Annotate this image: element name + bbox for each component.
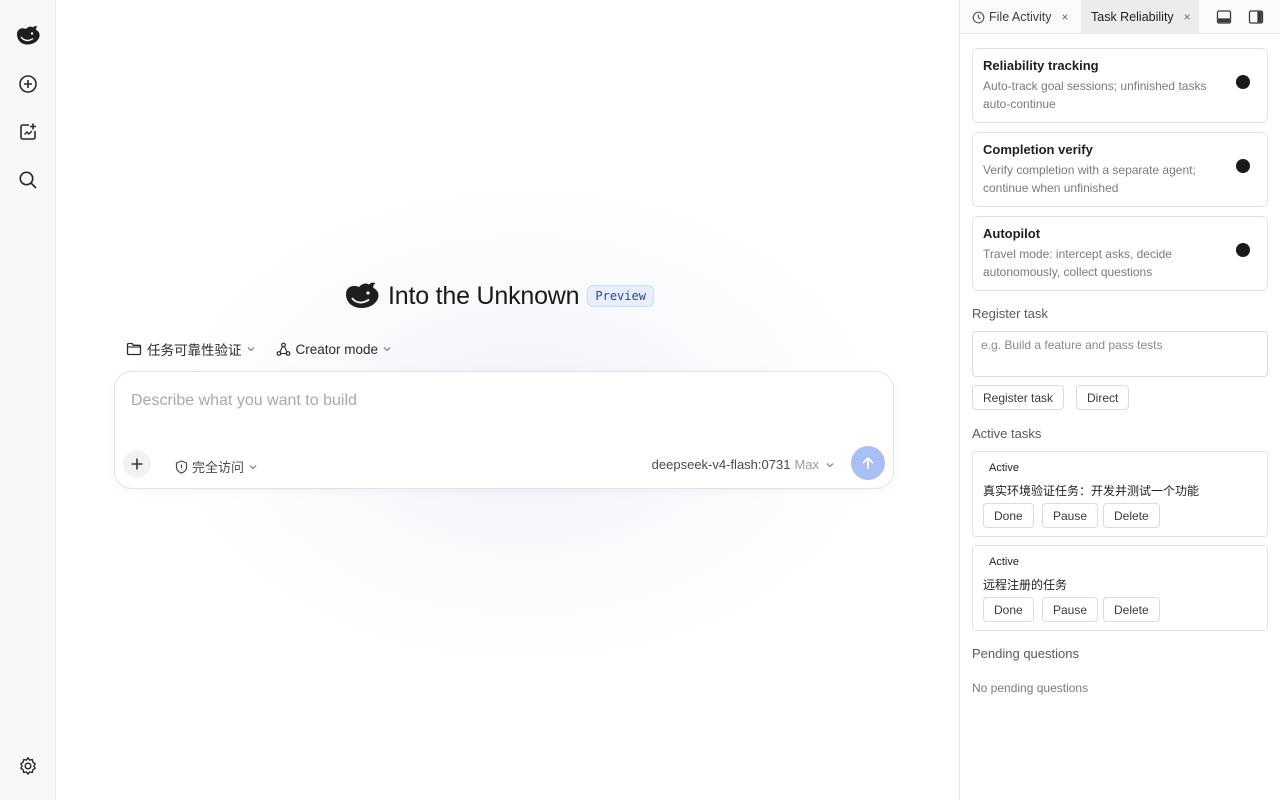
pause-button[interactable]: Pause bbox=[1042, 597, 1099, 622]
bottom-panel-icon[interactable] bbox=[1216, 9, 1232, 25]
app-window: Into the Unknown Preview 任务可靠性验证 Creator… bbox=[0, 0, 1280, 800]
task-card: Active 真实环境验证任务：开发并测试一个功能 Done Pause Del… bbox=[972, 451, 1268, 537]
tab-label: Task Reliability bbox=[1091, 10, 1174, 24]
folder-icon bbox=[126, 342, 142, 356]
new-project-icon[interactable] bbox=[14, 118, 42, 146]
autopilot-toggle[interactable] bbox=[1236, 243, 1250, 257]
setting-description: Auto-track goal sessions; unfinished tas… bbox=[983, 79, 1207, 111]
page-title: Into the Unknown bbox=[388, 281, 580, 310]
delete-button[interactable]: Delete bbox=[1103, 503, 1160, 528]
arrow-up-icon bbox=[862, 457, 874, 469]
setting-title: Autopilot bbox=[983, 226, 1041, 241]
new-chat-icon[interactable] bbox=[14, 70, 42, 98]
close-icon[interactable]: × bbox=[1062, 10, 1069, 24]
pause-button[interactable]: Pause bbox=[1042, 503, 1099, 528]
setting-completion-verify: Completion verify Verify completion with… bbox=[972, 132, 1268, 207]
project-name: 任务可靠性验证 bbox=[147, 343, 242, 358]
setting-description: Verify completion with a separate agent;… bbox=[983, 163, 1196, 195]
task-name: 真实环境验证任务：开发并测试一个功能 bbox=[983, 484, 1200, 498]
setting-autopilot: Autopilot Travel mode: intercept asks, d… bbox=[972, 216, 1268, 291]
model-selector[interactable]: deepseek-v4-flash:0731 Max bbox=[652, 457, 835, 472]
mode-label: Creator mode bbox=[295, 341, 379, 357]
mode-selector[interactable]: Creator mode bbox=[276, 342, 393, 357]
setting-title: Reliability tracking bbox=[983, 58, 1099, 73]
setting-reliability-tracking: Reliability tracking Auto-track goal ses… bbox=[972, 48, 1268, 123]
right-panel: File Activity × Task Reliability × Relia… bbox=[959, 0, 1280, 800]
preview-badge: Preview bbox=[587, 285, 654, 307]
search-icon[interactable] bbox=[14, 166, 42, 194]
status-badge: Active bbox=[989, 556, 1019, 568]
reliability-tracking-toggle[interactable] bbox=[1236, 75, 1250, 89]
clock-icon bbox=[972, 11, 985, 23]
chevron-down-icon bbox=[249, 464, 257, 469]
active-tasks-heading: Active tasks bbox=[972, 426, 1042, 441]
done-button[interactable]: Done bbox=[983, 597, 1034, 622]
shield-icon bbox=[175, 459, 188, 474]
panel-tabbar: File Activity × Task Reliability × bbox=[960, 0, 1280, 34]
model-name: deepseek-v4-flash:0731 bbox=[651, 457, 791, 472]
task-card: Active 远程注册的任务 Done Pause Delete bbox=[972, 545, 1268, 631]
model-tier: Max bbox=[794, 457, 819, 472]
whale-logo-icon[interactable] bbox=[14, 22, 42, 50]
pending-questions-heading: Pending questions bbox=[972, 646, 1079, 661]
chevron-down-icon bbox=[383, 347, 391, 352]
chevron-down-icon bbox=[247, 347, 254, 352]
hero-heading: Into the Unknown Preview bbox=[344, 278, 654, 314]
done-button[interactable]: Done bbox=[983, 503, 1034, 528]
main-area: Into the Unknown Preview 任务可靠性验证 Creator… bbox=[56, 0, 959, 800]
left-rail bbox=[0, 0, 56, 800]
task-name: 远程注册的任务 bbox=[983, 578, 1068, 592]
setting-description: Travel mode: intercept asks, decide auto… bbox=[983, 247, 1172, 279]
pending-empty-state: No pending questions bbox=[972, 681, 1089, 695]
tab-file-activity[interactable]: File Activity × bbox=[962, 0, 1077, 34]
attach-button[interactable] bbox=[123, 450, 151, 478]
whale-logo-icon bbox=[346, 282, 379, 308]
prompt-input[interactable] bbox=[131, 386, 871, 416]
register-task-input[interactable] bbox=[972, 331, 1268, 377]
project-selector[interactable]: 任务可靠性验证 bbox=[126, 339, 256, 359]
tab-task-reliability[interactable]: Task Reliability × bbox=[1081, 0, 1199, 34]
close-icon[interactable]: × bbox=[1184, 10, 1191, 24]
creator-mode-icon bbox=[276, 342, 290, 356]
context-chips: 任务可靠性验证 Creator mode bbox=[126, 338, 412, 360]
send-button[interactable] bbox=[851, 446, 885, 480]
chevron-down-icon bbox=[826, 462, 834, 467]
status-badge: Active bbox=[989, 462, 1019, 474]
plus-icon bbox=[131, 458, 143, 470]
tab-label: File Activity bbox=[989, 10, 1052, 24]
setting-title: Completion verify bbox=[983, 142, 1093, 157]
direct-button[interactable]: Direct bbox=[1076, 385, 1130, 410]
access-selector[interactable]: 完全访问 bbox=[175, 457, 258, 476]
register-task-button[interactable]: Register task bbox=[972, 385, 1065, 410]
side-panel-icon[interactable] bbox=[1248, 9, 1264, 25]
access-label: 完全访问 bbox=[192, 460, 245, 475]
settings-icon[interactable] bbox=[14, 752, 42, 780]
register-task-heading: Register task bbox=[972, 306, 1048, 321]
completion-verify-toggle[interactable] bbox=[1236, 159, 1250, 173]
prompt-composer: 完全访问 deepseek-v4-flash:0731 Max bbox=[114, 371, 894, 489]
delete-button[interactable]: Delete bbox=[1103, 597, 1160, 622]
